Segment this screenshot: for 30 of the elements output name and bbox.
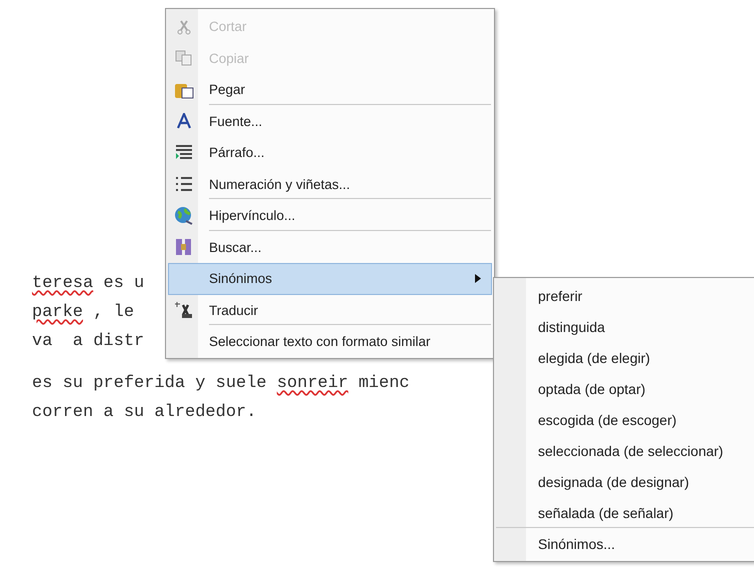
globe-icon [174, 206, 194, 226]
submenu-arrow-icon [475, 274, 481, 284]
document-text-line: teresa es u [32, 274, 144, 294]
copy-icon [175, 50, 193, 66]
synonym-item[interactable]: Sinónimos... [496, 528, 754, 559]
menu-item[interactable]: Numeración y viñetas... [168, 168, 492, 200]
menu-item[interactable]: Fuente... [168, 106, 492, 137]
menu-item[interactable]: Sinónimos [168, 263, 492, 294]
document-text-line: es su preferida y suele sonreir mienc [32, 374, 410, 394]
menu-item[interactable]: Traducir [168, 294, 492, 326]
scissors-icon [176, 18, 192, 35]
document-text-line: va a distr [32, 332, 144, 352]
font-icon [176, 113, 192, 130]
paragraph-icon [175, 144, 193, 162]
synonym-item[interactable]: escogida (de escoger) [496, 404, 754, 435]
list-icon [175, 176, 193, 192]
document-text-line: parke , le [32, 303, 134, 323]
synonym-item[interactable]: preferir [496, 280, 754, 311]
synonym-item[interactable]: optada (de optar) [496, 373, 754, 404]
menu-item[interactable]: Buscar... [168, 232, 492, 263]
menu-item[interactable]: Seleccionar texto con formato similar [168, 326, 492, 356]
document-text-line: corren a su alrededor. [32, 403, 256, 423]
menu-item[interactable]: Párrafo... [168, 137, 492, 168]
synonym-item[interactable]: seleccionada (de seleccionar) [496, 435, 754, 466]
synonym-item[interactable]: designada (de designar) [496, 466, 754, 497]
menu-item[interactable]: Pegar [168, 74, 492, 106]
synonym-item[interactable]: distinguida [496, 311, 754, 342]
synonym-item[interactable]: señalada (de señalar) [496, 497, 754, 528]
menu-item[interactable]: Hipervínculo... [168, 200, 492, 232]
synonym-item[interactable]: elegida (de elegir) [496, 342, 754, 373]
